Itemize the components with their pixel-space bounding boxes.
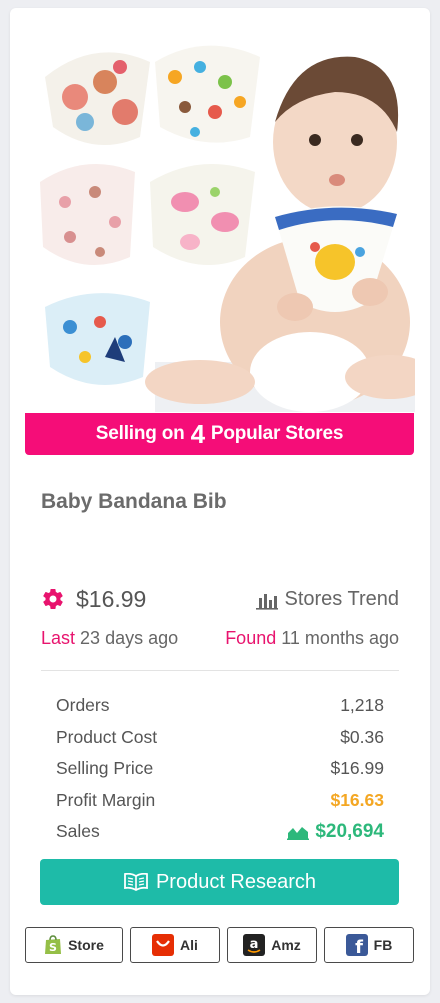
last-seen: Last 23 days ago [41,628,178,649]
product-research-button[interactable]: Product Research [40,859,399,905]
stat-value: $16.63 [330,789,384,810]
stores-banner: Selling on 4 Popular Stores [25,413,414,455]
svg-text:f: f [355,937,363,956]
open-book-icon [124,873,148,891]
last-value: 23 days ago [80,628,179,648]
product-price: $16.99 [76,586,147,612]
stat-value: $0.36 [340,726,384,747]
stat-label: Sales [56,821,100,842]
bib-monkey-pattern [45,52,150,145]
amazon-link-button[interactable]: a Amz [227,927,317,963]
gear-icon[interactable] [41,587,65,611]
found-label: Found [225,628,277,648]
product-research-label: Product Research [155,870,317,893]
aliexpress-icon [152,934,175,956]
area-chart-icon [287,826,310,840]
amazon-icon: a [243,934,266,956]
stat-value: $16.99 [330,758,384,779]
stores-trend-link[interactable]: Stores Trend [255,588,399,611]
store-link-label: Store [68,937,104,953]
stat-label: Product Cost [56,726,158,747]
stats-table: Orders 1,218 Product Cost $0.36 Selling … [56,690,384,848]
shopify-bag-icon: S [45,935,62,954]
store-link-button[interactable]: S Store [25,927,123,963]
facebook-icon: f [345,934,368,956]
facebook-link-button[interactable]: f FB [324,927,414,963]
product-title[interactable]: Baby Bandana Bib [41,490,227,514]
product-photo-illustration [40,45,415,412]
svg-text:a: a [250,937,259,952]
banner-store-count: 4 [190,418,205,449]
price-row: $16.99 Stores Trend [41,585,399,615]
found-value: 11 months ago [281,628,399,648]
bib-flamingo-pattern [150,164,255,265]
last-label: Last [41,628,76,648]
ali-link-button[interactable]: Ali [130,927,220,963]
bib-paw-pattern [155,45,260,143]
found-date: Found 11 months ago [225,628,399,649]
stat-row-profit-margin: Profit Margin $16.63 [56,785,384,817]
stat-label: Orders [56,695,110,716]
stat-row-sales: Sales $20,694 [56,816,384,848]
stat-label: Profit Margin [56,789,156,810]
banner-suffix: Popular Stores [210,423,344,444]
bar-chart-icon [256,593,279,610]
banner-prefix: Selling on [95,423,185,444]
stat-row-selling-price: Selling Price $16.99 [56,753,384,785]
bib-whale-pattern [45,293,150,385]
stores-trend-label: Stores Trend [284,588,399,610]
stat-label: Selling Price [56,758,154,779]
svg-text:S: S [49,941,57,954]
product-image[interactable] [25,22,415,412]
store-links: S Store Ali a Amz f FB [25,927,414,963]
sales-value-group: $20,694 [287,821,384,843]
stat-row-product-cost: Product Cost $0.36 [56,722,384,754]
bib-cupcake-pattern [40,164,135,265]
divider [41,670,399,671]
ali-link-label: Ali [180,937,198,953]
facebook-link-label: FB [373,937,393,953]
stat-value: $20,694 [315,820,384,842]
stat-value: 1,218 [340,695,384,716]
amazon-link-label: Amz [271,937,301,953]
stat-row-orders: Orders 1,218 [56,690,384,722]
